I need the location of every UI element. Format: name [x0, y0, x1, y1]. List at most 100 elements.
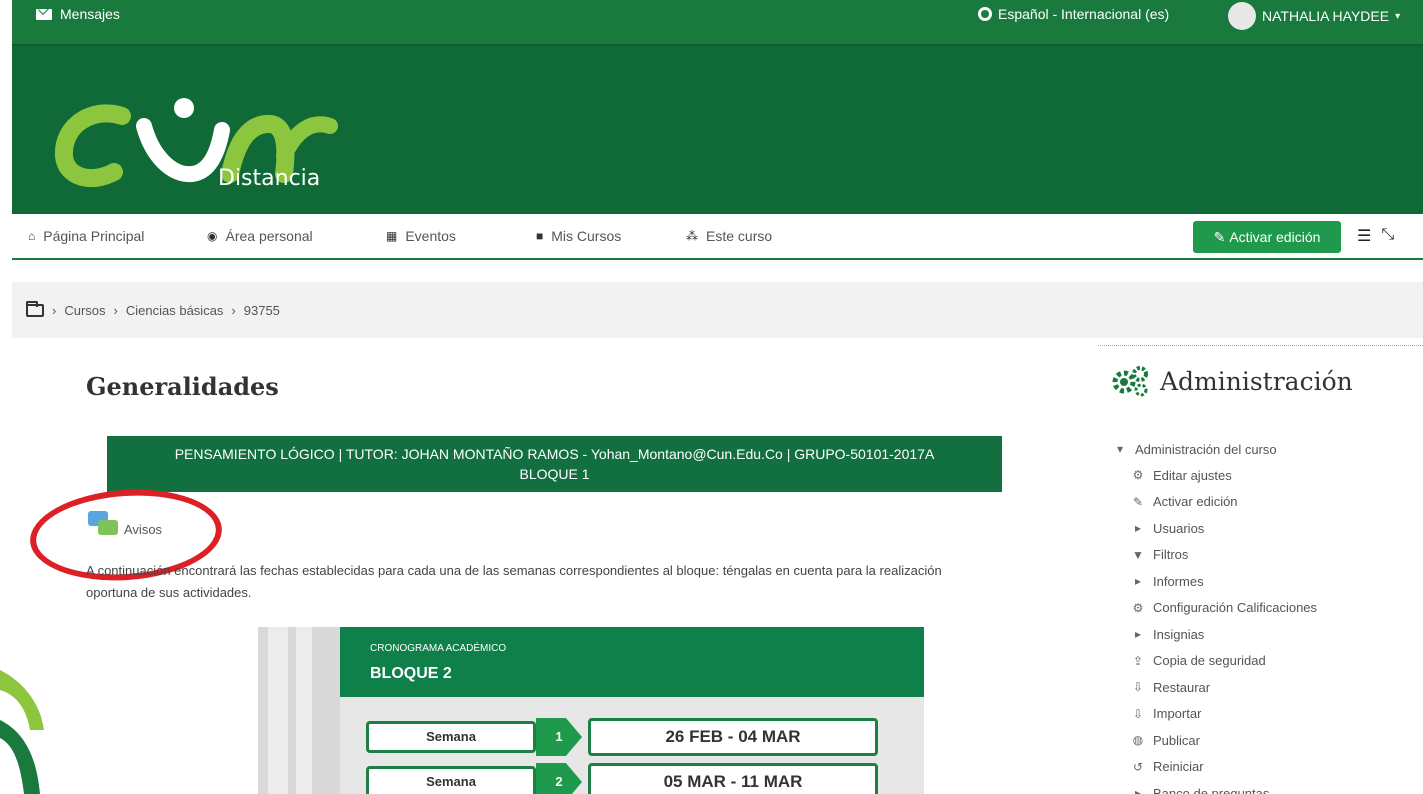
- filter-icon: ▼: [1132, 547, 1144, 562]
- admin-root-node[interactable]: ▾ Administración del curso: [1113, 436, 1317, 462]
- caret-down-icon: ▾: [1116, 442, 1124, 456]
- schedule-header: [340, 627, 924, 697]
- nav-home[interactable]: ⌂ Página Principal: [28, 228, 144, 244]
- banner-line-2: BLOQUE 1: [519, 466, 590, 482]
- collapse-icon[interactable]: ⤡: [1381, 226, 1394, 246]
- top-bar: Mensajes Español - Internacional (es) NA…: [12, 0, 1423, 46]
- chevron-right-icon: ›: [52, 302, 57, 318]
- user-name: NATHALIA HAYDEE: [1262, 8, 1390, 24]
- caret-right-icon: ▸: [1134, 521, 1142, 536]
- admin-tree: ▾ Administración del curso ⚙ Editar ajust…: [1113, 436, 1317, 794]
- admin-item-importar[interactable]: ⇩ Importar: [1113, 701, 1317, 728]
- admin-item-label: Importar: [1153, 706, 1202, 722]
- sidebar-divider: [1098, 345, 1423, 346]
- banner-line-1: PENSAMIENTO LÓGICO | TUTOR: JOHAN MONTAÑ…: [174, 446, 935, 462]
- admin-item-label: Editar ajustes: [1153, 467, 1232, 483]
- admin-item-label: Reiniciar: [1153, 759, 1204, 775]
- admin-item-configuracion-calificaciones[interactable]: ⚙ Configuración Calificaciones: [1113, 595, 1317, 622]
- decorative-strip: [296, 627, 312, 794]
- messages-label: Mensajes: [60, 6, 120, 22]
- admin-item-label: Insignias: [1153, 626, 1205, 642]
- admin-item-label: Usuarios: [1153, 520, 1205, 536]
- admin-item-filtros[interactable]: ▼ Filtros: [1113, 542, 1317, 569]
- reset-icon: ↺: [1132, 759, 1144, 774]
- download-icon: ⇩: [1132, 680, 1144, 695]
- sitemap-icon: ⁂: [686, 229, 698, 243]
- folder-icon[interactable]: [26, 300, 44, 317]
- nav-events[interactable]: ▦ Eventos: [386, 228, 456, 244]
- nav-label: Página Principal: [43, 228, 145, 244]
- admin-item-usuarios[interactable]: ▸ Usuarios: [1113, 515, 1317, 542]
- briefcase-icon: ■: [536, 229, 544, 243]
- nav-label: Área personal: [225, 228, 313, 244]
- admin-item-label: Informes: [1153, 573, 1204, 589]
- envelope-icon: [36, 8, 52, 20]
- logo-subtitle: Distancia: [218, 166, 321, 191]
- breadcrumb-item[interactable]: Cursos: [64, 303, 105, 318]
- pencil-icon: ✎: [1132, 494, 1144, 509]
- admin-item-label: Filtros: [1153, 547, 1189, 563]
- page-title: Generalidades: [86, 372, 279, 401]
- admin-item-label: Banco de preguntas: [1153, 785, 1270, 794]
- admin-item-publicar[interactable]: ◍ Publicar: [1113, 727, 1317, 754]
- admin-item-label: Restaurar: [1153, 679, 1211, 695]
- messages-link[interactable]: Mensajes: [36, 6, 120, 22]
- globe-icon: [978, 7, 992, 21]
- admin-title-label: Administración: [1160, 366, 1353, 396]
- admin-item-label: Activar edición: [1153, 494, 1238, 510]
- gear-icon: ⚙: [1132, 468, 1144, 483]
- admin-item-label: Configuración Calificaciones: [1153, 600, 1318, 616]
- user-menu[interactable]: NATHALIA HAYDEE ▾: [1228, 2, 1400, 30]
- gears-icon: [1112, 366, 1148, 397]
- admin-item-label: Copia de seguridad: [1153, 653, 1266, 669]
- schedule-subtitle: CRONOGRAMA ACADÉMICO: [370, 643, 507, 654]
- download-icon: ⇩: [1132, 706, 1144, 721]
- decorative-strip: [268, 627, 288, 794]
- schedule-image: CRONOGRAMA ACADÉMICO BLOQUE 2 Semana 1 2…: [258, 627, 924, 794]
- breadcrumb: › Cursos › Ciencias básicas › 93755: [12, 282, 1423, 338]
- admin-item-label: Publicar: [1153, 732, 1200, 748]
- home-icon: ⌂: [28, 229, 36, 243]
- language-label: Español - Internacional (es): [998, 6, 1170, 22]
- admin-item-reiniciar[interactable]: ↺ Reiniciar: [1113, 754, 1317, 781]
- nav-this-course[interactable]: ⁂ Este curso: [686, 228, 772, 244]
- schedule-block: BLOQUE 2: [370, 665, 452, 682]
- activate-edit-label: Activar edición: [1229, 229, 1321, 245]
- share-icon: ◍: [1132, 733, 1144, 748]
- nav-label: Eventos: [405, 228, 456, 244]
- site-header: Distancia: [12, 46, 1423, 214]
- indent-icon[interactable]: ☰: [1357, 226, 1371, 246]
- chevron-down-icon: ▾: [1395, 10, 1401, 22]
- admin-item-banco-de-preguntas[interactable]: ▸ Banco de preguntas: [1113, 780, 1317, 794]
- admin-item-insignias[interactable]: ▸ Insignias: [1113, 621, 1317, 648]
- chevron-right-icon: ›: [231, 302, 236, 318]
- nav-label: Mis Cursos: [551, 228, 622, 244]
- activate-edit-button[interactable]: ✎ Activar edición: [1193, 221, 1341, 253]
- caret-right-icon: ▸: [1134, 627, 1142, 642]
- nav-my-courses[interactable]: ■ Mis Cursos: [536, 228, 621, 244]
- language-selector[interactable]: Español - Internacional (es): [978, 6, 1169, 22]
- admin-item-copia-de-seguridad[interactable]: ⇪ Copia de seguridad: [1113, 648, 1317, 675]
- decorative-swoosh: [0, 670, 44, 794]
- calendar-icon: ▦: [386, 229, 398, 243]
- avatar: [1228, 2, 1256, 30]
- admin-item-restaurar[interactable]: ⇩ Restaurar: [1113, 674, 1317, 701]
- caret-right-icon: ▸: [1134, 574, 1142, 589]
- admin-block-title: Administración: [1110, 364, 1353, 398]
- chevron-right-icon: ›: [113, 302, 118, 318]
- admin-item-activar-edicion[interactable]: ✎ Activar edición: [1113, 489, 1317, 516]
- breadcrumb-item[interactable]: 93755: [244, 303, 280, 318]
- dashboard-icon: ◉: [207, 229, 218, 243]
- week-dates: 05 MAR - 11 MAR: [588, 763, 878, 794]
- edit-icon: ✎: [1213, 228, 1226, 245]
- nav-dashboard[interactable]: ◉ Área personal: [207, 228, 313, 244]
- nav-label: Este curso: [706, 228, 773, 244]
- week-dates: 26 FEB - 04 MAR: [588, 718, 878, 756]
- week-label: Semana: [366, 721, 536, 753]
- admin-item-editar-ajustes[interactable]: ⚙ Editar ajustes: [1113, 462, 1317, 489]
- breadcrumb-item[interactable]: Ciencias básicas: [126, 303, 224, 318]
- upload-icon: ⇪: [1132, 653, 1144, 668]
- admin-item-informes[interactable]: ▸ Informes: [1113, 568, 1317, 595]
- gear-icon: ⚙: [1132, 600, 1144, 615]
- course-banner: PENSAMIENTO LÓGICO | TUTOR: JOHAN MONTAÑ…: [107, 436, 1002, 492]
